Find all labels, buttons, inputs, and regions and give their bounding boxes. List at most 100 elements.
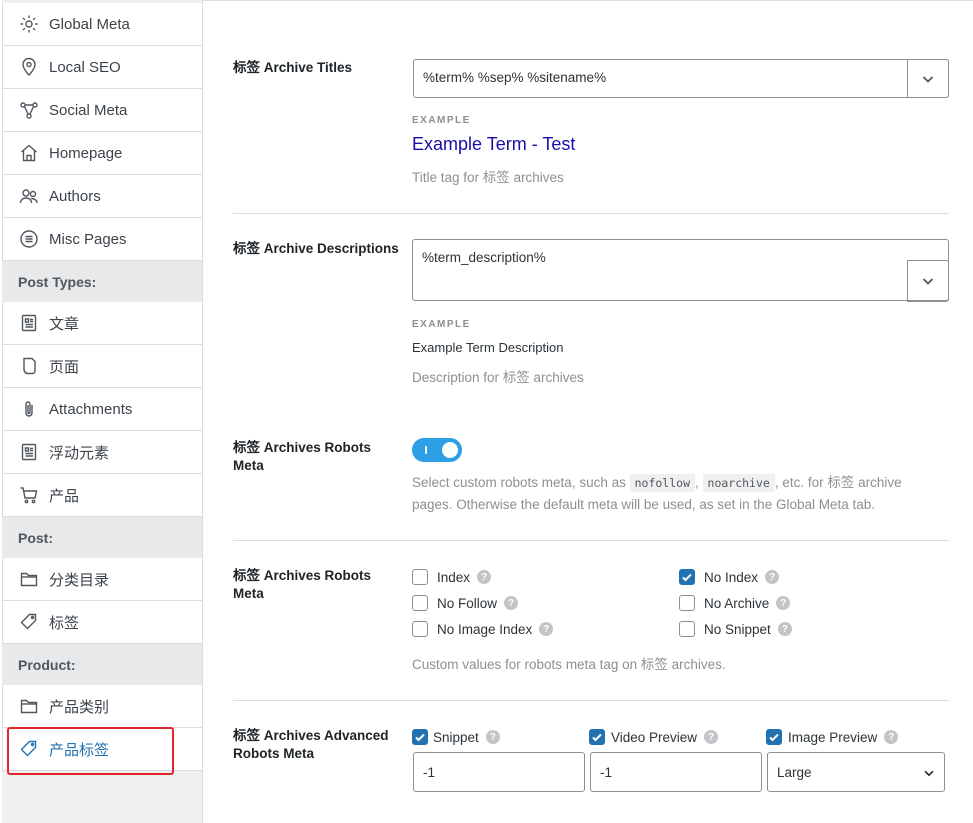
help-icon[interactable]: ? bbox=[539, 622, 554, 636]
sidebar-item-global-meta[interactable]: Global Meta bbox=[2, 3, 202, 46]
paperclip-icon bbox=[19, 399, 39, 419]
noindex-checkbox[interactable] bbox=[679, 569, 695, 585]
archive-titles-value: %term% %sep% %sitename% bbox=[423, 70, 607, 85]
advanced-robots-label: 标签 Archives Advanced Robots Meta bbox=[233, 728, 389, 761]
section-divider bbox=[233, 540, 949, 541]
index-checkbox[interactable] bbox=[412, 569, 428, 585]
archive-titles-input[interactable]: %term% %sep% %sitename% bbox=[413, 59, 949, 98]
sidebar-item-product-categories[interactable]: 产品类别 bbox=[2, 685, 202, 728]
help-icon[interactable]: ? bbox=[765, 570, 780, 584]
sidebar-item-pages[interactable]: 页面 bbox=[2, 345, 202, 388]
checkmark-icon bbox=[415, 733, 425, 742]
location-pin-icon bbox=[19, 57, 39, 77]
gear-icon bbox=[19, 14, 39, 34]
nosnippet-checkbox[interactable] bbox=[679, 621, 695, 637]
noimageindex-checkbox[interactable] bbox=[412, 621, 428, 637]
chevron-down-icon bbox=[922, 278, 934, 285]
sidebar-item-products[interactable]: 产品 bbox=[2, 474, 202, 517]
archive-titles-help: Title tag for 标签 archives bbox=[412, 170, 564, 185]
chevron-down-icon bbox=[924, 770, 934, 777]
archive-descriptions-input[interactable]: %term_description% bbox=[412, 239, 949, 302]
document-icon bbox=[19, 442, 39, 462]
help-icon[interactable]: ? bbox=[477, 570, 492, 584]
video-preview-option[interactable]: Video Preview ? bbox=[589, 729, 719, 745]
product-header: Product: bbox=[2, 644, 202, 686]
help-icon[interactable]: ? bbox=[777, 622, 792, 636]
archive-titles-example-value: Example Term - Test bbox=[412, 134, 576, 154]
section-divider bbox=[233, 213, 949, 214]
folder-icon bbox=[19, 696, 39, 716]
top-border bbox=[203, 0, 973, 4]
archive-titles-label: 标签 Archive Titles bbox=[233, 60, 353, 75]
settings-sidebar: Global Meta Local SEO Social Meta Homepa… bbox=[2, 0, 203, 823]
post-types-header: Post Types: bbox=[2, 261, 202, 303]
users-icon bbox=[19, 186, 39, 206]
help-icon[interactable]: ? bbox=[504, 596, 519, 610]
tag-icon bbox=[19, 612, 39, 632]
snippet-length-input[interactable]: -1 bbox=[413, 752, 585, 792]
archive-descriptions-help: Description for 标签 archives bbox=[412, 370, 584, 385]
sidebar-item-posts[interactable]: 文章 bbox=[2, 302, 202, 345]
sidebar-item-label: Authors bbox=[49, 187, 101, 205]
nofollow-checkbox[interactable] bbox=[412, 595, 428, 611]
image-preview-select[interactable]: Large bbox=[767, 752, 945, 792]
snippet-checkbox[interactable] bbox=[412, 729, 428, 745]
checkmark-icon bbox=[682, 573, 692, 582]
sidebar-item-label: 产品 bbox=[49, 487, 80, 505]
post-header: Post: bbox=[2, 517, 202, 559]
sidebar-item-label: 页面 bbox=[49, 358, 80, 376]
share-icon bbox=[19, 100, 39, 120]
archive-descriptions-example-value: Example Term Description bbox=[412, 340, 564, 355]
page-icon bbox=[19, 356, 39, 376]
help-icon[interactable]: ? bbox=[485, 730, 500, 744]
archive-titles-dropdown-button[interactable] bbox=[907, 59, 949, 98]
sidebar-item-attachments[interactable]: Attachments bbox=[2, 388, 202, 431]
checkmark-icon bbox=[592, 733, 602, 742]
robots-nofollow-option[interactable]: No Follow ? bbox=[412, 595, 519, 611]
sidebar-item-label: 分类目录 bbox=[49, 571, 110, 589]
folder-icon bbox=[19, 569, 39, 589]
robots-index-option[interactable]: Index ? bbox=[412, 569, 492, 585]
robots-meta-toggle-help: Select custom robots meta, such as nofol… bbox=[412, 474, 902, 512]
home-icon bbox=[19, 143, 39, 163]
section-divider bbox=[233, 700, 949, 701]
sidebar-item-categories[interactable]: 分类目录 bbox=[2, 558, 202, 601]
archive-descriptions-example-label: EXAMPLE bbox=[412, 319, 471, 330]
help-icon[interactable]: ? bbox=[704, 730, 719, 744]
robots-meta-toggle[interactable] bbox=[412, 438, 462, 462]
robots-meta-label: 标签 Archives Robots Meta bbox=[233, 568, 372, 601]
sidebar-item-label: 标签 bbox=[49, 614, 80, 632]
sidebar-item-local-seo[interactable]: Local SEO bbox=[2, 46, 202, 89]
robots-nosnippet-option[interactable]: No Snippet ? bbox=[679, 621, 792, 637]
robots-noimageindex-option[interactable]: No Image Index ? bbox=[412, 621, 554, 637]
sidebar-item-floating-elements[interactable]: 浮动元素 bbox=[2, 431, 202, 474]
sidebar-item-tags[interactable]: 标签 bbox=[2, 601, 202, 644]
sidebar-item-label: Social Meta bbox=[49, 101, 128, 119]
video-preview-checkbox[interactable] bbox=[589, 729, 605, 745]
image-preview-option[interactable]: Image Preview ? bbox=[766, 729, 899, 745]
noarchive-checkbox[interactable] bbox=[679, 595, 695, 611]
chevron-down-icon bbox=[922, 75, 934, 83]
help-icon[interactable]: ? bbox=[776, 596, 791, 610]
image-preview-checkbox[interactable] bbox=[766, 729, 782, 745]
highlight-annotation-box bbox=[7, 727, 174, 775]
help-icon[interactable]: ? bbox=[884, 730, 899, 744]
sidebar-item-label: Attachments bbox=[49, 400, 133, 418]
sidebar-item-label: 浮动元素 bbox=[49, 444, 110, 462]
sidebar-item-homepage[interactable]: Homepage bbox=[2, 132, 202, 175]
robots-meta-toggle-label: 标签 Archives Robots Meta bbox=[233, 440, 372, 473]
robots-noindex-option[interactable]: No Index ? bbox=[679, 569, 780, 585]
snippet-option[interactable]: Snippet ? bbox=[412, 729, 500, 745]
robots-noarchive-option[interactable]: No Archive ? bbox=[679, 595, 791, 611]
sidebar-item-authors[interactable]: Authors bbox=[2, 175, 202, 218]
sidebar-item-label: Homepage bbox=[49, 144, 123, 162]
sidebar-item-social-meta[interactable]: Social Meta bbox=[2, 89, 202, 132]
sidebar-item-misc-pages[interactable]: Misc Pages bbox=[2, 218, 202, 261]
document-icon bbox=[19, 313, 39, 333]
sidebar-item-label: Global Meta bbox=[49, 15, 130, 33]
sidebar-item-label: Local SEO bbox=[49, 58, 121, 76]
video-preview-length-input[interactable]: -1 bbox=[590, 752, 762, 792]
archive-descriptions-dropdown-button[interactable] bbox=[907, 260, 949, 302]
sidebar-item-label: 文章 bbox=[49, 315, 80, 333]
archive-descriptions-label: 标签 Archive Descriptions bbox=[233, 241, 399, 256]
